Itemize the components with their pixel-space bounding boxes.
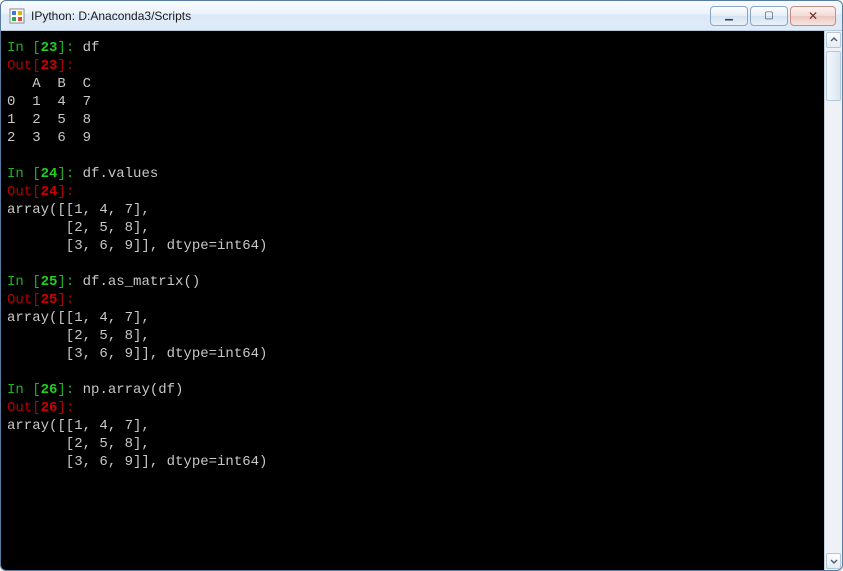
- minimize-button[interactable]: ▁: [710, 6, 748, 26]
- title-bar[interactable]: IPython: D:Anaconda3/Scripts ▁ ▢ ✕: [1, 1, 842, 31]
- ipython-icon: [9, 8, 25, 24]
- maximize-icon: ▢: [764, 11, 773, 21]
- app-window: IPython: D:Anaconda3/Scripts ▁ ▢ ✕ In [2…: [0, 0, 843, 571]
- window-title: IPython: D:Anaconda3/Scripts: [31, 9, 710, 23]
- close-button[interactable]: ✕: [790, 6, 836, 26]
- close-icon: ✕: [808, 10, 818, 22]
- vertical-scrollbar[interactable]: [824, 31, 842, 570]
- terminal-output[interactable]: In [23]: df Out[23]: A B C 0 1 4 7 1 2 5…: [1, 31, 824, 570]
- chevron-down-icon: [830, 557, 838, 565]
- scrollbar-thumb[interactable]: [826, 51, 841, 101]
- client-area: In [23]: df Out[23]: A B C 0 1 4 7 1 2 5…: [1, 31, 842, 570]
- scroll-up-button[interactable]: [826, 32, 841, 48]
- minimize-icon: ▁: [725, 11, 733, 21]
- window-controls: ▁ ▢ ✕: [710, 6, 836, 26]
- chevron-up-icon: [830, 36, 838, 44]
- maximize-button[interactable]: ▢: [750, 6, 788, 26]
- scroll-down-button[interactable]: [826, 553, 841, 569]
